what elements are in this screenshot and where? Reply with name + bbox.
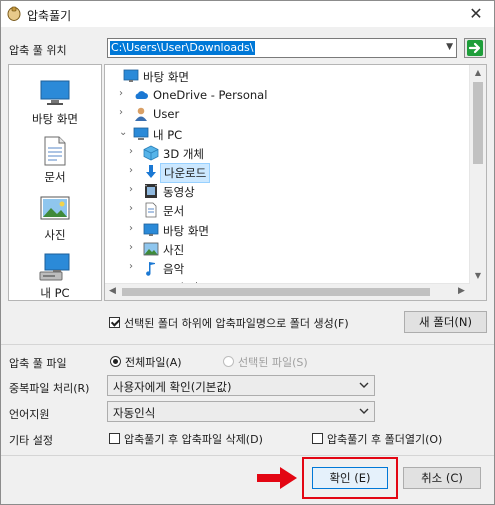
extract-path-input[interactable]: C:\Users\User\Downloads\ ▼ [107, 38, 457, 58]
open-folder-after-checkbox[interactable] [312, 433, 323, 444]
computer-icon [133, 126, 149, 142]
place-documents[interactable]: 문서 [9, 135, 101, 185]
tree-item-label: 문서 [163, 204, 185, 219]
tree-item-label: 다운로드 [160, 163, 211, 183]
radio-selected-files [223, 356, 234, 367]
open-folder-after-label[interactable]: 압축풀기 후 폴더열기(O) [327, 431, 442, 447]
places-bar: 바탕 화면 문서 사진 내 PC [8, 64, 102, 301]
place-label: 바탕 화면 [32, 112, 78, 126]
delete-after-label[interactable]: 압축풀기 후 압축파일 삭제(D) [124, 431, 263, 447]
place-desktop[interactable]: 바탕 화면 [9, 77, 101, 127]
radio-all-files[interactable] [110, 356, 121, 367]
new-folder-button[interactable]: 새 폴더(N) [404, 311, 487, 333]
picture-icon [143, 241, 159, 257]
cube-3d-icon [143, 145, 159, 161]
video-icon [143, 183, 159, 199]
cancel-button[interactable]: 취소 (C) [403, 467, 481, 489]
chevron-right-icon[interactable]: › [119, 88, 129, 99]
language-value: 자동인식 [113, 406, 156, 420]
tree-vertical-scrollbar[interactable]: ▲ ▼ [469, 65, 486, 284]
scroll-left-icon[interactable]: ◀ [109, 286, 116, 296]
ok-button[interactable]: 확인 (E) [312, 467, 388, 489]
tree-item-label: 내 PC [153, 127, 183, 142]
chevron-right-icon[interactable]: › [129, 261, 139, 272]
chevron-right-icon[interactable]: › [129, 146, 139, 157]
chevron-right-icon[interactable]: › [129, 223, 139, 234]
download-arrow-icon [143, 164, 159, 180]
tree-item-label: 동영상 [163, 185, 195, 200]
radio-all-files-label[interactable]: 전체파일(A) [125, 354, 182, 370]
delete-after-checkbox[interactable] [109, 433, 120, 444]
scroll-down-icon[interactable]: ▼ [470, 271, 486, 280]
place-this-pc[interactable]: 내 PC [9, 251, 101, 301]
desktop-icon [123, 68, 139, 84]
place-pictures[interactable]: 사진 [9, 193, 101, 243]
tree-item-label: 바탕 화면 [163, 223, 209, 238]
scroll-thumb[interactable] [122, 288, 430, 296]
folder-tree[interactable]: 바탕 화면 › OneDrive - Personal › User ⌄ 내 PC › 3D 개… [104, 64, 487, 301]
tree-horizontal-scrollbar[interactable]: ◀ ▶ [105, 283, 470, 300]
path-dropdown-icon[interactable]: ▼ [446, 42, 453, 52]
cloud-icon [133, 87, 149, 103]
create-folder-checkbox[interactable] [109, 317, 120, 328]
chevron-right-icon[interactable]: › [129, 165, 139, 176]
tree-item-label: 바탕 화면 [143, 70, 189, 84]
chevron-right-icon[interactable]: › [129, 203, 139, 214]
close-icon[interactable]: ✕ [466, 4, 486, 24]
duplicate-handling-label: 중복파일 처리(R) [9, 382, 90, 395]
scroll-right-icon[interactable]: ▶ [458, 286, 465, 296]
place-label: 사진 [44, 228, 66, 242]
tree-item-label: 사진 [163, 242, 185, 257]
picture-icon [40, 196, 70, 220]
document-icon [44, 136, 66, 166]
window-title: 압축풀기 [27, 9, 72, 23]
document-icon [143, 202, 159, 218]
red-arrow-icon [257, 467, 297, 489]
separator [1, 455, 494, 456]
chevron-down-icon[interactable]: ⌄ [119, 127, 129, 138]
desktop-icon [40, 80, 70, 105]
files-to-extract-label: 압축 풀 파일 [9, 357, 67, 370]
chevron-down-icon [359, 382, 369, 388]
user-icon [133, 106, 149, 122]
extract-path-value: C:\Users\User\Downloads\ [110, 41, 255, 55]
computer-icon [39, 253, 70, 281]
extract-dialog: 압축풀기 ✕ 압축 풀 위치 C:\Users\User\Downloads\ … [0, 0, 495, 505]
tree-item-label: 3D 개체 [163, 146, 204, 161]
tree-item-label: 음악 [163, 262, 185, 276]
scroll-up-icon[interactable]: ▲ [470, 68, 486, 77]
separator [1, 344, 494, 345]
language-label: 언어지원 [9, 408, 50, 421]
chevron-right-icon[interactable]: › [119, 107, 129, 118]
go-button[interactable] [464, 38, 486, 58]
music-note-icon [143, 260, 159, 276]
duplicate-handling-select[interactable]: 사용자에게 확인(기본값) [107, 375, 375, 396]
duplicate-handling-value: 사용자에게 확인(기본값) [113, 380, 232, 394]
create-folder-label[interactable]: 선택된 폴더 하위에 압축파일명으로 폴더 생성(F) [124, 315, 349, 331]
tree-item-label: User [153, 107, 180, 122]
scroll-thumb[interactable] [473, 82, 483, 164]
title-bar: 압축풀기 ✕ [1, 1, 494, 27]
chevron-down-icon [359, 408, 369, 414]
language-select[interactable]: 자동인식 [107, 401, 375, 422]
radio-selected-files-label: 선택된 파일(S) [238, 356, 308, 369]
other-settings-label: 기타 설정 [9, 434, 53, 447]
tree-item-label: OneDrive - Personal [153, 88, 268, 103]
extract-location-label: 압축 풀 위치 [9, 44, 67, 57]
scroll-corner [470, 284, 486, 300]
place-label: 내 PC [40, 286, 70, 300]
chevron-right-icon[interactable]: › [129, 184, 139, 195]
green-arrow-right-icon [467, 40, 483, 56]
place-label: 문서 [44, 170, 66, 184]
chevron-right-icon[interactable]: › [129, 242, 139, 253]
app-icon [7, 6, 21, 21]
desktop-icon [143, 222, 159, 238]
